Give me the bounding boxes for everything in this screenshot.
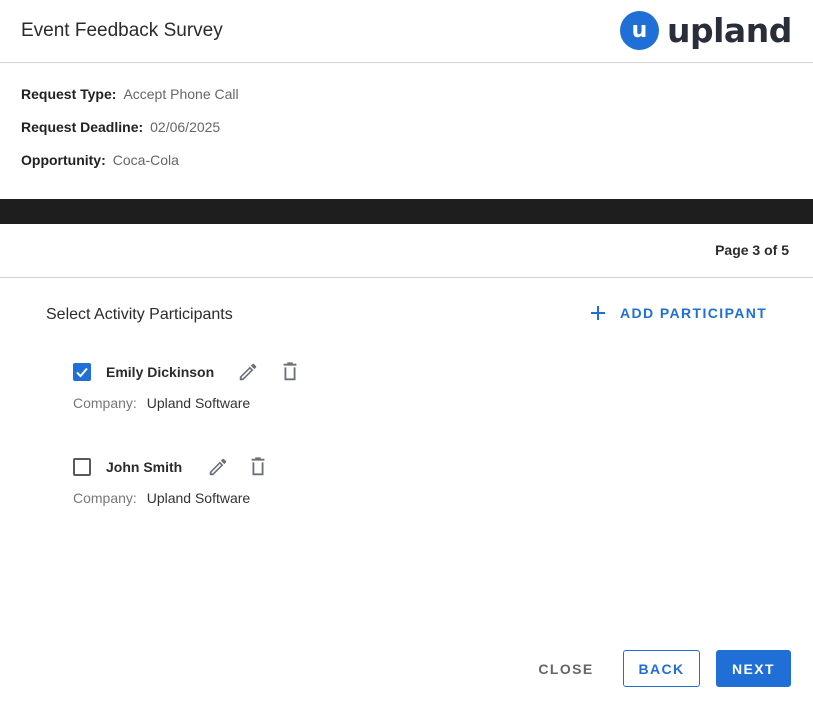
- info-request-deadline: Request Deadline: 02/06/2025: [21, 119, 239, 152]
- participant-checkbox[interactable]: [73, 458, 91, 476]
- info-label: Opportunity:: [21, 152, 106, 168]
- participant-name: Emily Dickinson: [106, 364, 215, 380]
- info-value: Coca-Cola: [112, 152, 179, 168]
- company-value: Upland Software: [146, 490, 251, 506]
- back-button[interactable]: BACK: [623, 650, 700, 687]
- trash-icon: [251, 457, 265, 476]
- divider-bar: [0, 199, 813, 224]
- logo-text: upland: [667, 10, 792, 50]
- page-title: Event Feedback Survey: [21, 20, 223, 41]
- edit-participant-button[interactable]: [236, 360, 260, 384]
- upland-logo: u upland: [620, 10, 792, 50]
- add-participant-label: ADD PARTICIPANT: [620, 305, 768, 321]
- delete-participant-button[interactable]: [246, 455, 270, 479]
- participant-checkbox[interactable]: [73, 363, 91, 381]
- company-label: Company:: [73, 395, 137, 411]
- request-info: Request Type: Accept Phone Call Request …: [21, 86, 239, 185]
- info-request-type: Request Type: Accept Phone Call: [21, 86, 239, 119]
- company-label: Company:: [73, 490, 137, 506]
- next-button[interactable]: NEXT: [716, 650, 791, 687]
- logo-mark: u: [620, 10, 659, 50]
- divider: [0, 277, 813, 278]
- plus-icon: [591, 306, 605, 320]
- header: Event Feedback Survey u upland: [0, 0, 813, 63]
- check-icon: [76, 367, 88, 378]
- close-button[interactable]: CLOSE: [528, 650, 604, 687]
- info-label: Request Deadline:: [21, 119, 144, 135]
- info-value: 02/06/2025: [150, 119, 221, 135]
- participant-item: Emily Dickinson Company: Upland Software: [73, 360, 302, 411]
- info-value: Accept Phone Call: [123, 86, 239, 102]
- company-value: Upland Software: [146, 395, 251, 411]
- participant-name: John Smith: [106, 459, 183, 475]
- edit-participant-button[interactable]: [206, 455, 230, 479]
- pencil-icon: [239, 363, 257, 381]
- add-participant-button[interactable]: ADD PARTICIPANT: [589, 304, 767, 322]
- pencil-icon: [209, 458, 227, 476]
- delete-participant-button[interactable]: [278, 360, 302, 384]
- trash-icon: [283, 362, 297, 381]
- info-opportunity: Opportunity: Coca-Cola: [21, 152, 239, 185]
- page-indicator: Page 3 of 5: [715, 242, 789, 258]
- section-title: Select Activity Participants: [46, 306, 233, 323]
- info-label: Request Type:: [21, 86, 117, 102]
- participant-item: John Smith Company: Upland Software: [73, 455, 270, 506]
